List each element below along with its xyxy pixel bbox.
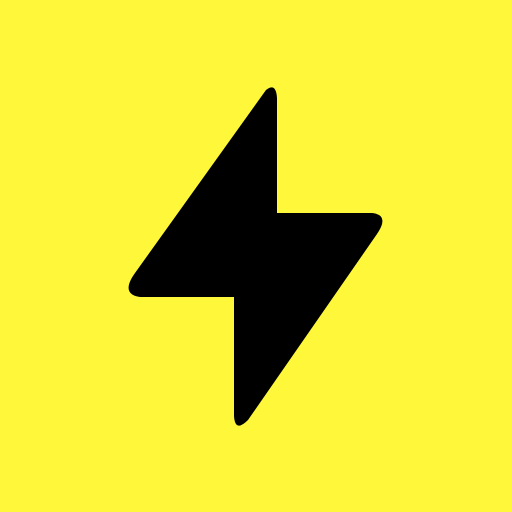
app-icon <box>0 0 512 512</box>
app-icon-svg <box>0 0 512 512</box>
